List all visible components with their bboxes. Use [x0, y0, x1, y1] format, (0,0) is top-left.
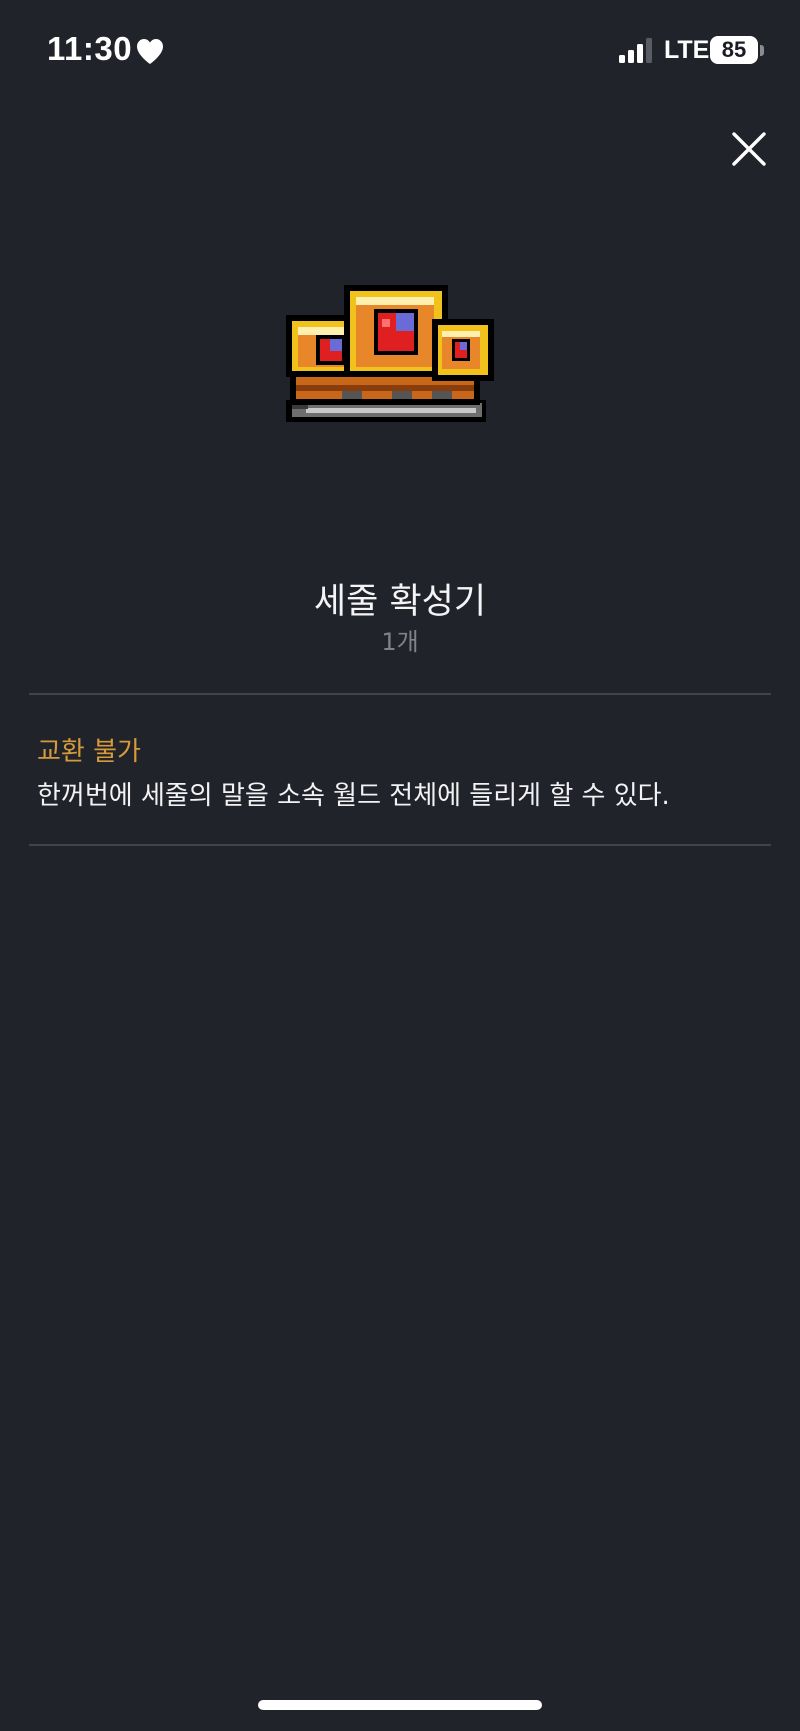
item-title: 세줄 확성기 — [313, 582, 487, 622]
status-bar: 11:30 LTE 85 — [0, 0, 800, 100]
item-detail-screen: 11:30 LTE 85 세줄 확성기 1개 교환 불가 한꺼번에 세줄의 말을… — [0, 0, 800, 1731]
network-type: LTE — [664, 36, 710, 64]
trade-status-label: 교환 불가 — [37, 737, 141, 767]
divider-top — [29, 693, 771, 695]
battery-tip — [760, 45, 764, 56]
item-count: 1개 — [381, 628, 419, 656]
divider-bottom — [29, 844, 771, 846]
close-icon[interactable] — [724, 124, 774, 174]
home-indicator[interactable] — [258, 1700, 542, 1710]
item-description: 한꺼번에 세줄의 말을 소속 월드 전체에 들리게 할 수 있다. — [37, 781, 670, 811]
battery-indicator: 85 — [710, 36, 758, 64]
megaphone-item-icon — [286, 285, 494, 422]
heart-icon — [137, 39, 163, 64]
signal-icon — [619, 38, 652, 63]
status-time: 11:30 — [47, 30, 133, 67]
